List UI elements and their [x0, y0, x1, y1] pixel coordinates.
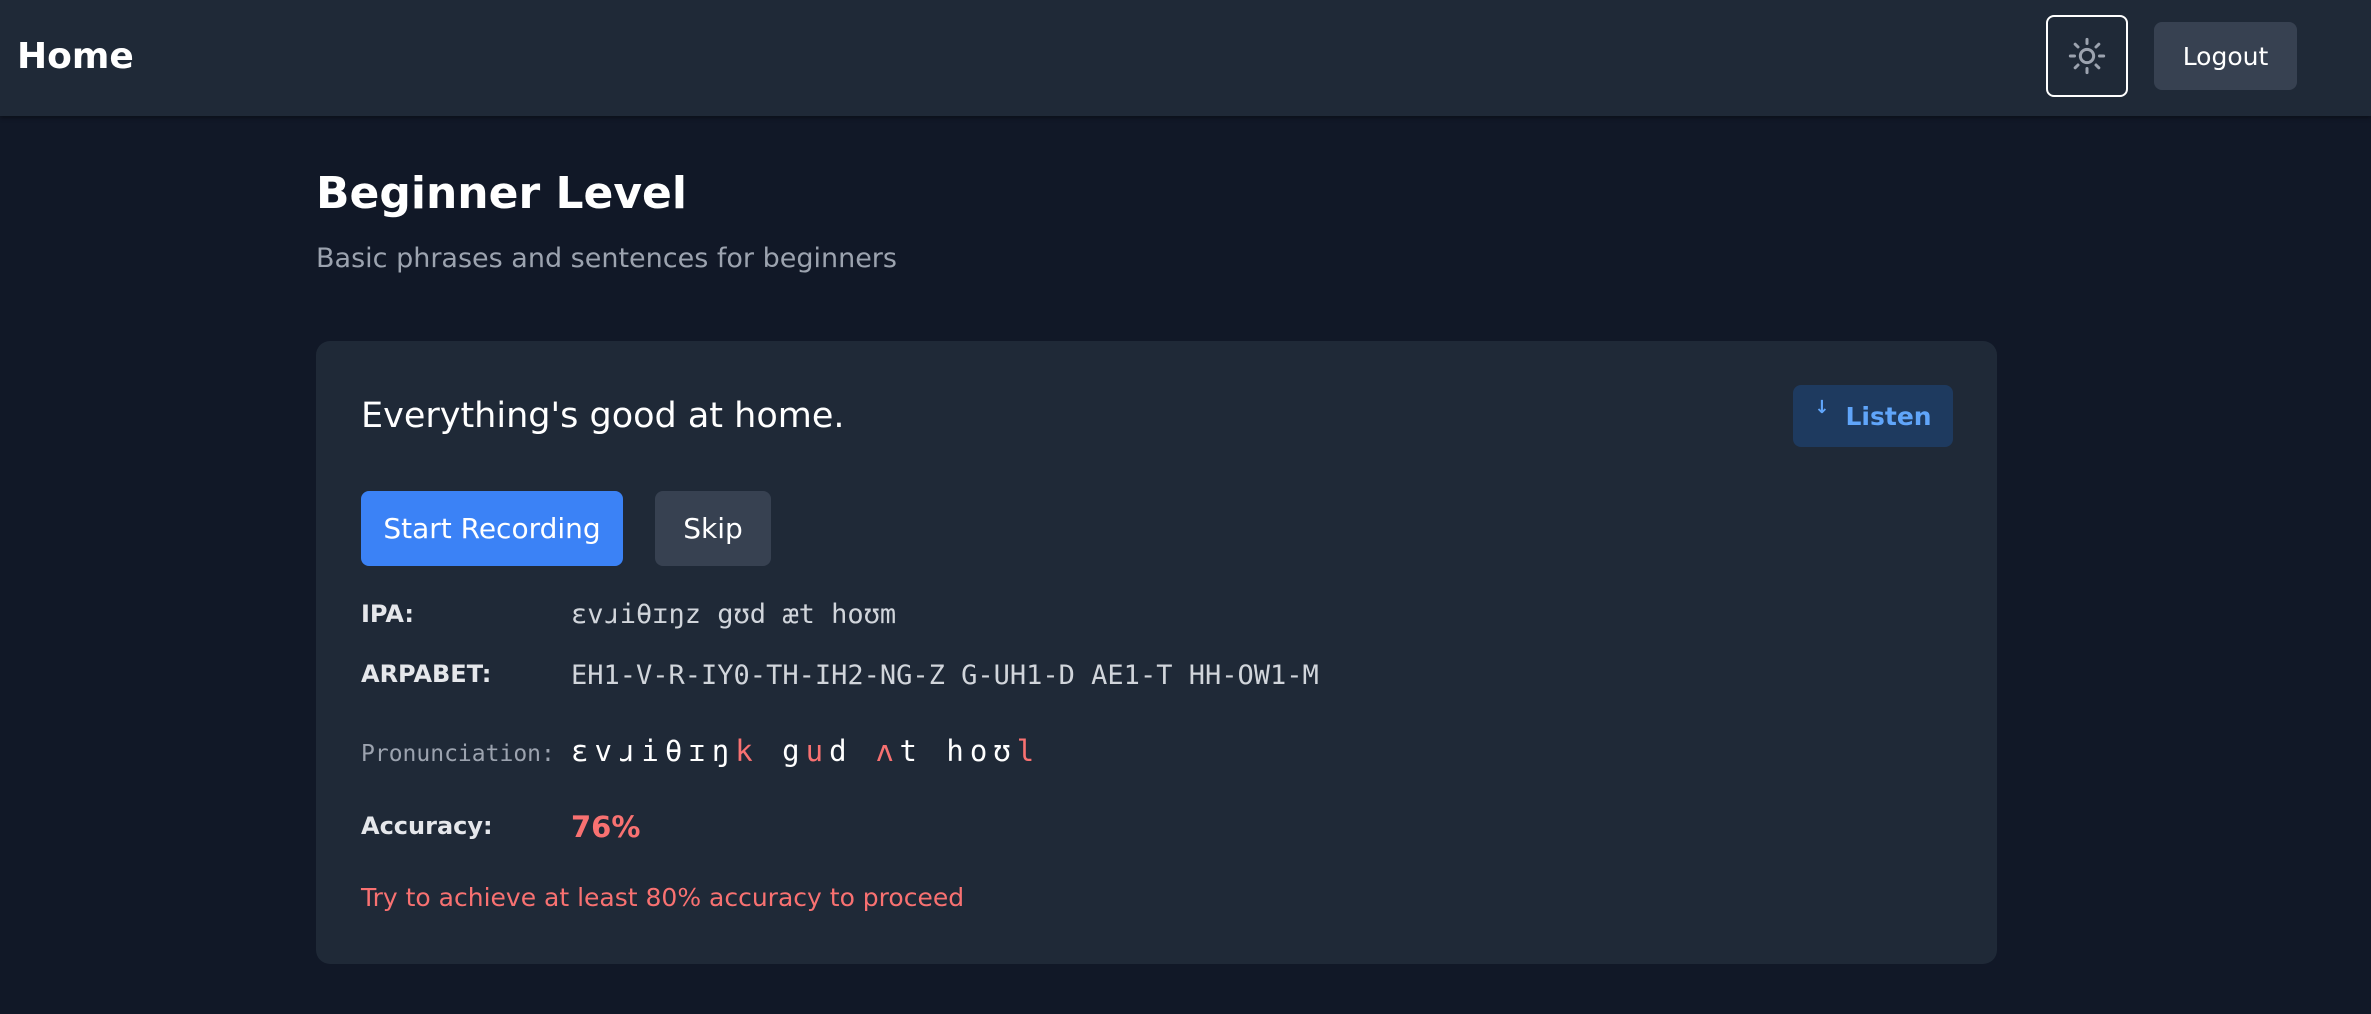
- pronunciation-segment-error: k: [735, 734, 759, 768]
- pronunciation-segment-correct: g: [758, 734, 806, 768]
- accuracy-value: 76%: [571, 810, 641, 844]
- listen-label: Listen: [1845, 401, 1932, 431]
- accuracy-label: Accuracy:: [361, 812, 493, 840]
- accuracy-hint: Try to achieve at least 80% accuracy to …: [361, 883, 965, 912]
- pronunciation-segment-error: u: [805, 734, 830, 768]
- page-title: Home: [17, 36, 134, 77]
- theme-toggle-button[interactable]: [2046, 15, 2128, 97]
- top-navbar: Home Logout: [0, 0, 2371, 116]
- skip-button[interactable]: Skip: [655, 491, 771, 566]
- ipa-label: IPA:: [361, 600, 414, 628]
- level-subtitle: Basic phrases and sentences for beginner…: [316, 243, 897, 274]
- pronunciation-label: Pronunciation:: [361, 741, 555, 767]
- exercise-card: Everything's good at home. ↓ Listen Star…: [316, 341, 1997, 964]
- pronunciation-segment-error: l: [1016, 734, 1041, 768]
- listen-button[interactable]: ↓ Listen: [1793, 385, 1953, 447]
- ipa-value: ɛvɹiθɪŋz gʊd æt hoʊm: [571, 599, 897, 630]
- pronunciation-segment-correct: ɛvɹiθɪŋ: [571, 734, 736, 768]
- level-title: Beginner Level: [316, 168, 687, 219]
- start-recording-button[interactable]: Start Recording: [361, 491, 623, 566]
- logout-button[interactable]: Logout: [2154, 22, 2297, 90]
- arpabet-label: ARPABET:: [361, 660, 492, 688]
- pronunciation-value: ɛvɹiθɪŋk gud ʌt hoʊl: [571, 732, 1040, 770]
- sun-icon: [2068, 37, 2106, 75]
- pronunciation-segment-correct: d: [829, 734, 876, 768]
- pronunciation-segment-error: ʌ: [876, 734, 900, 768]
- target-sentence: Everything's good at home.: [361, 396, 845, 436]
- arpabet-value: EH1-V-R-IY0-TH-IH2-NG-Z G-UH1-D AE1-T HH…: [571, 660, 1319, 691]
- arrow-down-icon: ↓: [1814, 397, 1830, 418]
- pronunciation-segment-correct: t hoʊ: [899, 734, 1017, 768]
